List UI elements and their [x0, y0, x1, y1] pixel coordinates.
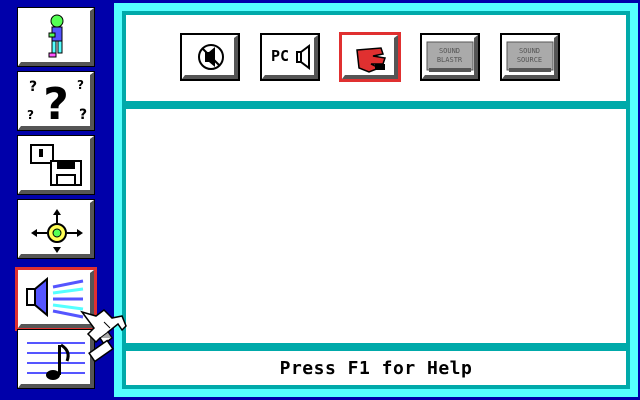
svg-text:?: ? — [29, 79, 37, 95]
save-restore-button[interactable] — [17, 135, 95, 195]
svg-text:?: ? — [43, 79, 69, 127]
sound-off-icon — [198, 44, 224, 70]
panel-frame: PC SOUND BLASTR SOUND SOURCE Press F1 fo… — [122, 11, 630, 389]
joystick-control-icon — [31, 209, 83, 253]
character-icon — [48, 14, 64, 58]
adlib-hand-icon — [356, 47, 386, 73]
help-hint-text: Press F1 for Help — [279, 358, 473, 379]
sound-source-text-bottom: SOURCE — [516, 56, 543, 64]
pc-speaker-icon — [296, 44, 310, 70]
help-question-icon: ? ? ? ? ? — [27, 78, 87, 127]
sound-blaster-text-bottom: BLASTR — [436, 56, 463, 64]
disk-save-icon — [30, 144, 82, 186]
sound-blaster-button[interactable]: SOUND BLASTR — [420, 33, 480, 81]
status-bar: Press F1 for Help — [126, 351, 626, 385]
adlib-button[interactable] — [339, 32, 401, 82]
sound-source-button[interactable]: SOUND SOURCE — [500, 33, 560, 81]
sound-device-toolbar: PC SOUND BLASTR SOUND SOURCE — [126, 15, 626, 101]
hand-cursor-icon — [80, 309, 127, 363]
sound-source-text-top: SOUND — [518, 47, 541, 55]
pc-speaker-button[interactable]: PC — [260, 33, 320, 81]
control-button[interactable] — [17, 199, 95, 259]
svg-text:?: ? — [27, 108, 34, 122]
sound-off-button[interactable] — [180, 33, 240, 81]
help-button[interactable]: ? ? ? ? ? — [17, 71, 95, 131]
sound-blaster-text-top: SOUND — [438, 47, 461, 55]
sound-settings-panel: PC SOUND BLASTR SOUND SOURCE Press F1 fo… — [114, 3, 638, 397]
svg-text:?: ? — [77, 78, 84, 92]
svg-text:?: ? — [79, 107, 87, 123]
character-button[interactable] — [17, 7, 95, 67]
content-area — [126, 109, 626, 343]
